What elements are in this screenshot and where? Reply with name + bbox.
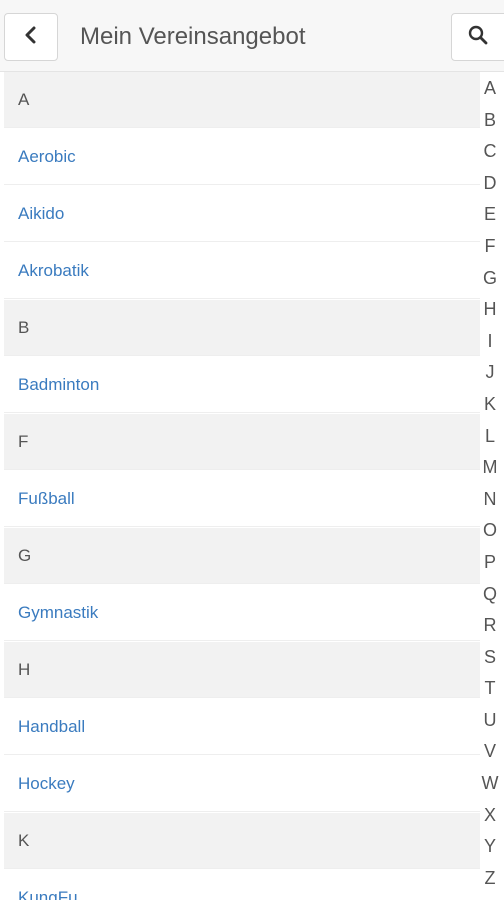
back-button[interactable] [4,13,58,61]
index-letter-l[interactable]: L [476,421,504,453]
index-letter-p[interactable]: P [476,547,504,579]
index-letter-e[interactable]: E [476,199,504,231]
sports-list: A Aerobic Aikido Akrobatik B Badminton F Fußbal… [4,72,480,900]
list-item[interactable]: Gymnastik [4,585,480,641]
section-letter: G [18,545,32,565]
list-item-label: KungFu [18,887,78,900]
list-item-label: Aikido [18,203,65,223]
section-header-g: G [4,528,480,584]
index-letter-n[interactable]: N [476,484,504,516]
index-letter-s[interactable]: S [476,642,504,674]
list-item-label: Aerobic [18,146,76,166]
page-title: Mein Vereinsangebot [80,23,306,50]
index-letter-w[interactable]: W [476,768,504,800]
index-letter-x[interactable]: X [476,800,504,832]
section-letter: H [18,659,31,679]
list-item[interactable]: Aerobic [4,129,480,185]
section-header-a: A [4,72,480,128]
list-item-label: Badminton [18,374,100,394]
index-letter-m[interactable]: M [476,452,504,484]
section-letter: K [18,830,30,850]
list-item[interactable]: Badminton [4,357,480,413]
index-letter-q[interactable]: Q [476,579,504,611]
list-item[interactable]: Akrobatik [4,243,480,299]
index-letter-f[interactable]: F [476,231,504,263]
alphabet-index: ABCDEFGHIJKLMNOPQRSTUVWXYZ [476,73,504,894]
index-letter-u[interactable]: U [476,705,504,737]
section-header-h: H [4,642,480,698]
section-letter: F [18,431,29,451]
list-item[interactable]: Fußball [4,471,480,527]
section-header-b: B [4,300,480,356]
index-letter-v[interactable]: V [476,736,504,768]
chevron-left-icon [23,26,39,49]
index-letter-y[interactable]: Y [476,831,504,863]
section-letter: B [18,317,30,337]
list-item[interactable]: KungFu [4,870,480,900]
index-letter-z[interactable]: Z [476,863,504,895]
list-item-label: Handball [18,716,86,736]
list-item-label: Akrobatik [18,260,89,280]
index-letter-g[interactable]: G [476,263,504,295]
list-item[interactable]: Hockey [4,756,480,812]
section-header-f: F [4,414,480,470]
index-letter-a[interactable]: A [476,73,504,105]
index-letter-c[interactable]: C [476,136,504,168]
index-letter-d[interactable]: D [476,168,504,200]
search-button[interactable] [451,13,504,61]
list-item-label: Gymnastik [18,602,99,622]
index-letter-o[interactable]: O [476,515,504,547]
index-letter-i[interactable]: I [476,326,504,358]
index-letter-h[interactable]: H [476,294,504,326]
index-letter-b[interactable]: B [476,105,504,137]
list-item-label: Fußball [18,488,75,508]
top-bar: Mein Vereinsangebot [0,0,504,72]
app-screen: Mein Vereinsangebot A Aerobic Aikido Akroba… [0,0,504,900]
list-item[interactable]: Aikido [4,186,480,242]
index-letter-k[interactable]: K [476,389,504,421]
search-icon [468,25,488,50]
list-item[interactable]: Handball [4,699,480,755]
section-header-k: K [4,813,480,869]
index-letter-j[interactable]: J [476,357,504,389]
index-letter-r[interactable]: R [476,610,504,642]
list-item-label: Hockey [18,773,75,793]
index-letter-t[interactable]: T [476,673,504,705]
section-letter: A [18,89,30,109]
